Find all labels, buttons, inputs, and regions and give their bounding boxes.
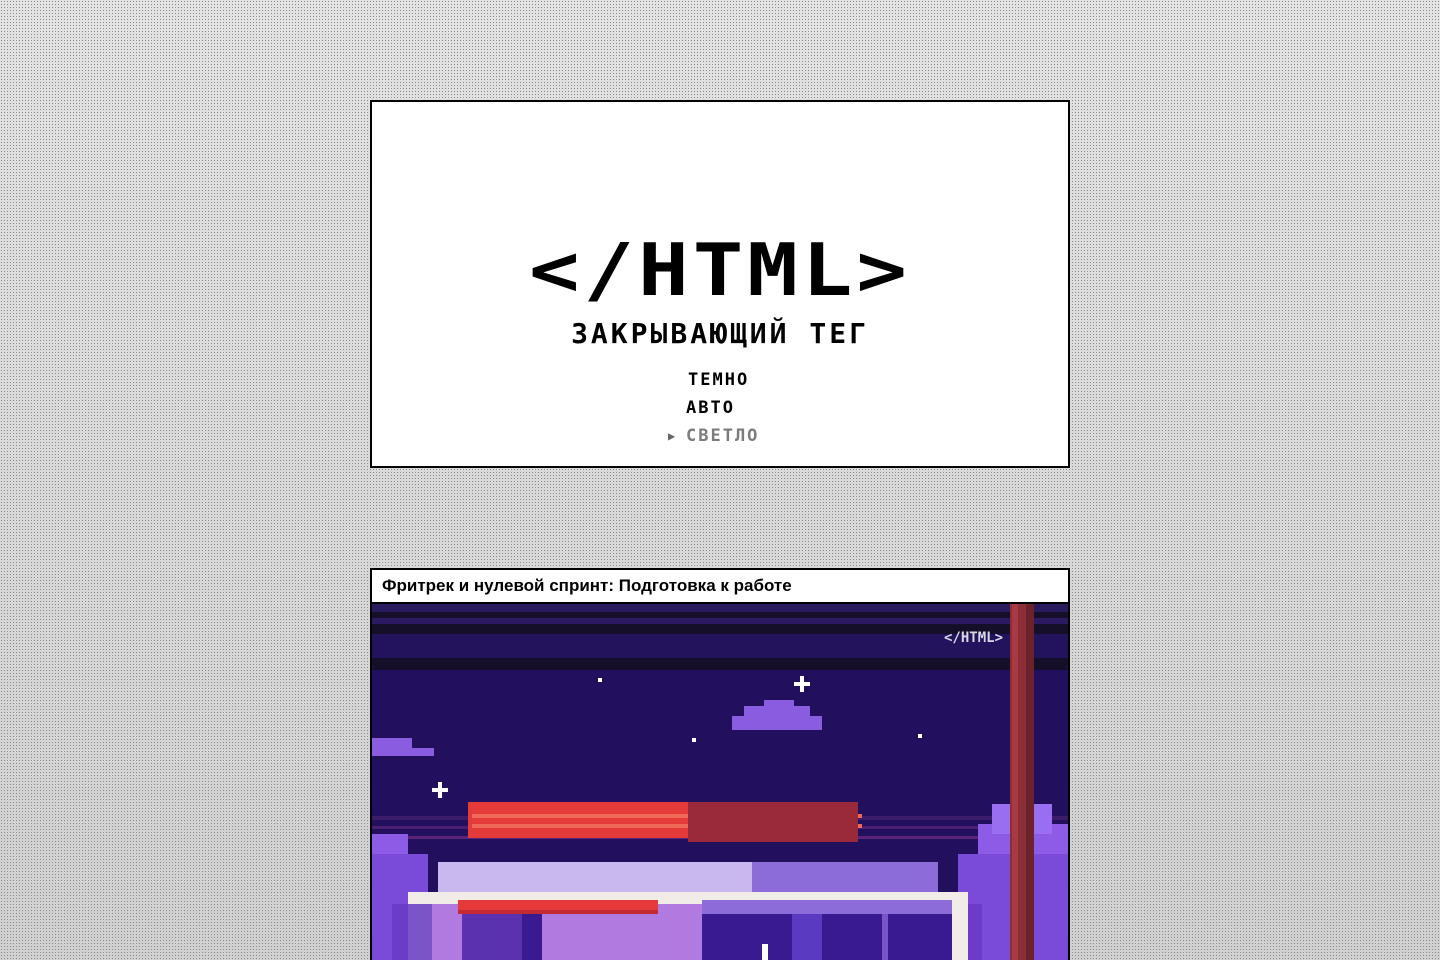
sky-stripe bbox=[372, 612, 1068, 618]
theme-option-label: АВТО bbox=[686, 398, 735, 418]
theme-option-auto[interactable]: АВТО bbox=[668, 394, 759, 422]
site-header-card: </HTML> ЗАКРЫВАЮЩИЙ ТЕГ ТЕМНО АВТО ▶ СВЕ… bbox=[370, 100, 1070, 468]
article-card[interactable]: Фритрек и нулевой спринт: Подготовка к р… bbox=[370, 568, 1070, 960]
selected-pointer-icon: ▶ bbox=[668, 429, 676, 443]
star bbox=[598, 678, 602, 682]
awning bbox=[458, 900, 658, 910]
site-subtitle: ЗАКРЫВАЮЩИЙ ТЕГ bbox=[571, 317, 869, 350]
star bbox=[918, 734, 922, 738]
star bbox=[692, 738, 696, 742]
site-logo[interactable]: </HTML> bbox=[372, 234, 1068, 306]
article-cover-image[interactable]: </HTML> bbox=[372, 604, 1068, 960]
theme-option-light[interactable]: ▶ СВЕТЛО bbox=[668, 422, 759, 450]
theme-option-dark[interactable]: ТЕМНО bbox=[668, 366, 759, 394]
van-cab-window bbox=[702, 914, 952, 960]
article-title[interactable]: Фритрек и нулевой спринт: Подготовка к р… bbox=[372, 570, 1068, 604]
utility-pole bbox=[1010, 604, 1034, 960]
pixel-art-van-illustration: </HTML> bbox=[372, 604, 1068, 960]
sky-stripe bbox=[372, 658, 1068, 670]
image-watermark: </HTML> bbox=[944, 630, 1003, 646]
theme-option-label: СВЕТЛО bbox=[686, 426, 760, 446]
theme-switcher: ТЕМНО АВТО ▶ СВЕТЛО bbox=[668, 366, 759, 450]
theme-option-label: ТЕМНО bbox=[688, 370, 750, 390]
